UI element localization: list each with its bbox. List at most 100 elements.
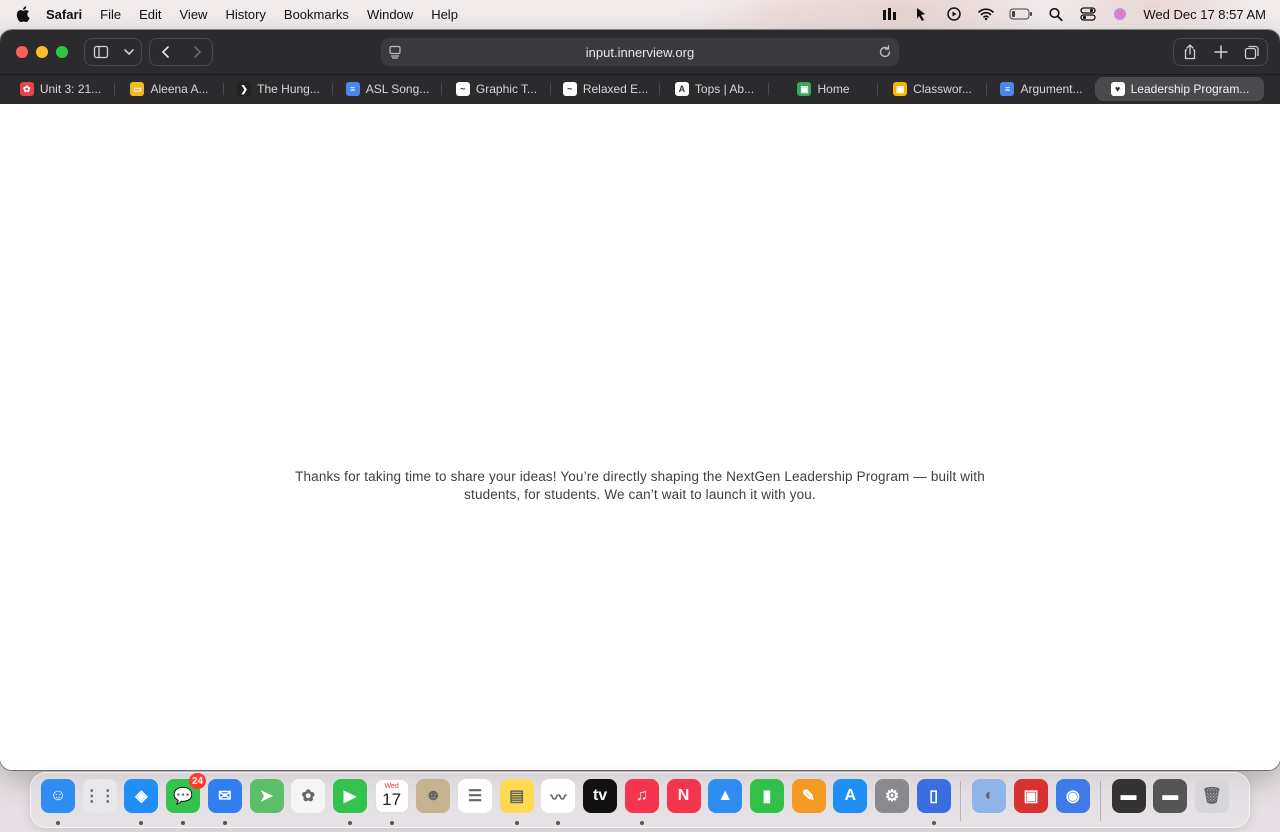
tab-label: The Hung... [257,82,320,96]
tab-favicon-icon: ▣ [893,82,908,96]
pages-icon[interactable]: ✎ [791,779,826,813]
stats-app-icon[interactable] [881,6,899,22]
control-center-icon[interactable] [1079,6,1097,22]
tab-label: ASL Song... [365,82,430,96]
tab-label: Home [817,82,850,96]
numbers-icon[interactable]: ▮ [749,779,784,813]
menu-history[interactable]: History [225,7,265,22]
safari-toolbar: input.innerview.org [0,30,1280,74]
back-chevron-icon[interactable] [150,39,182,65]
system-settings-icon[interactable]: ⚙ [875,779,909,813]
maps-icon[interactable]: ➤ [249,779,284,813]
dock-glyph: ♫ [635,787,648,804]
reminders-icon[interactable]: ☰ [458,779,492,813]
tab-0[interactable]: ✿ Unit 3: 21... [6,77,115,101]
share-icon[interactable] [1174,39,1205,65]
tab-favicon-icon: ✿ [19,82,34,96]
dock-glyph: ▤ [509,788,525,805]
dock-glyph: 〰 [550,790,567,807]
menu-file[interactable]: File [100,7,121,22]
apple-tv-icon[interactable]: tv [583,779,618,813]
tab-label: Relaxed E... [582,82,649,96]
menu-bookmarks[interactable]: Bookmarks [284,7,349,22]
menu-app-name[interactable]: Safari [46,7,82,22]
tab-8[interactable]: ▣ Classwor... [878,77,987,101]
finder-icon[interactable]: ☺ [41,779,75,813]
page-menu-icon[interactable] [387,44,403,60]
mail-icon[interactable]: ✉ [207,779,242,813]
battery-icon[interactable] [1009,6,1033,22]
contacts-icon[interactable]: ☻ [416,779,451,813]
dock-glyph: ▬ [1162,787,1179,804]
launchpad-icon[interactable]: ⋮⋮ [82,779,117,813]
recent-window-1-icon[interactable]: ▬ [1111,779,1146,813]
forward-chevron-icon[interactable] [182,39,212,65]
now-playing-icon[interactable] [945,6,963,22]
wifi-icon[interactable] [977,6,995,22]
running-indicator [639,821,644,825]
sidebar-toggle-icon[interactable] [85,39,117,65]
siri-icon[interactable] [1111,6,1129,22]
tab-favicon-icon: ▭ [130,82,145,96]
safari-icon[interactable]: ◈ [124,779,159,813]
tab-9[interactable]: ≡ Argument... [987,77,1096,101]
close-window-button[interactable] [16,46,28,58]
reload-icon[interactable] [877,44,893,60]
minimize-window-button[interactable] [36,46,48,58]
tab-label: Leadership Program... [1130,82,1250,96]
app-store-icon[interactable]: A [833,779,868,813]
dock-glyph: ◐ [984,787,995,804]
calendar-icon[interactable]: Wed 17 [374,779,409,813]
tab-2[interactable]: ❯ The Hung... [224,77,333,101]
tab-6[interactable]: A Tops | Ab... [660,77,769,101]
music-icon[interactable]: ♫ [624,779,659,813]
tab-group-chevron-down-icon[interactable] [117,39,141,65]
menu-edit[interactable]: Edit [139,7,161,22]
iphone-mirroring-icon[interactable]: ▯ [916,779,951,813]
tab-label: Graphic T... [475,82,538,96]
keynote-icon[interactable]: ▲ [708,779,743,813]
tab-label: Aleena A... [150,82,209,96]
url-text[interactable]: input.innerview.org [586,45,694,60]
trash-icon[interactable]: 🗑 [1194,779,1229,813]
tab-7[interactable]: ▣ Home [769,77,878,101]
recent-window-2-icon[interactable]: ▬ [1153,779,1188,813]
photo-booth-icon[interactable]: ▣ [1014,779,1049,813]
running-indicator [347,821,352,825]
apple-menu-icon[interactable] [12,6,34,22]
tab-3[interactable]: ≡ ASL Song... [333,77,442,101]
address-bar[interactable]: input.innerview.org [381,38,899,66]
tab-4[interactable]: ~ Graphic T... [442,77,551,101]
maximize-window-button[interactable] [56,46,68,58]
running-indicator [139,821,144,825]
dock-glyph: ▮ [762,788,772,805]
freeform-icon[interactable]: 〰 [541,779,576,813]
tab-favicon-icon: A [674,82,689,96]
spotlight-search-icon[interactable] [1047,6,1065,22]
menu-view[interactable]: View [180,7,208,22]
news-icon[interactable]: N [666,779,701,813]
messages-icon[interactable]: 💬 24 [166,773,207,813]
tab-1[interactable]: ▭ Aleena A... [115,77,224,101]
running-indicator [514,821,519,825]
utility-app-icon[interactable]: ◐ [972,779,1007,813]
dock-glyph: ▲ [717,787,734,804]
disk-utility-icon[interactable]: ◉ [1055,779,1090,813]
dock-glyph: ➤ [259,788,274,805]
notes-icon[interactable]: ▤ [499,779,534,813]
dock-glyph: 🗑 [1201,788,1223,805]
tab-5[interactable]: ~ Relaxed E... [551,77,660,101]
new-tab-plus-icon[interactable] [1205,39,1236,65]
mouse-pointer-icon[interactable] [913,6,931,22]
facetime-icon[interactable]: ▶ [332,779,367,813]
messages-badge: 24 [188,773,207,789]
dock-glyph: ▯ [929,788,939,805]
menu-window[interactable]: Window [367,7,413,22]
menu-help[interactable]: Help [431,7,458,22]
menu-clock[interactable]: Wed Dec 17 8:57 AM [1143,7,1266,22]
photos-icon[interactable]: ✿ [291,779,326,813]
web-content: Thanks for taking time to share your ide… [0,104,1280,770]
tab-overview-icon[interactable] [1236,39,1267,65]
navigation-controls [149,38,213,66]
tab-10[interactable]: ♥ Leadership Program... [1096,77,1264,101]
